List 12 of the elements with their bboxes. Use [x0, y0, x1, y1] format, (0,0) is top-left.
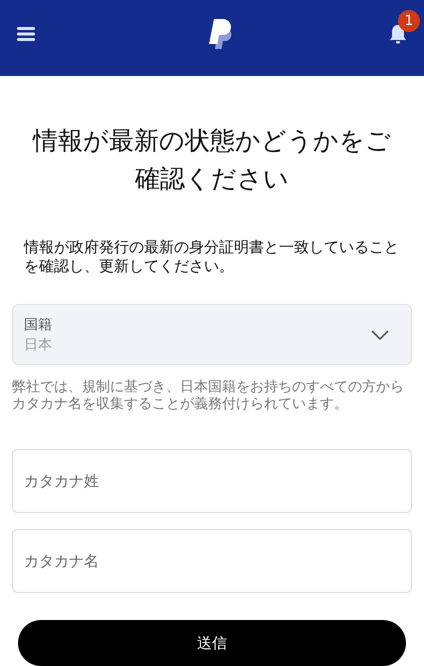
submit-button[interactable]: 送信: [18, 620, 406, 666]
input-field[interactable]: カタカナ姓: [12, 449, 412, 513]
intro-text: 情報が政府発行の最新の身分証明書と一致していることを確認し、更新してください。: [24, 238, 400, 276]
input-field[interactable]: カタカナ名: [12, 529, 412, 593]
page-title: 情報が最新の状態かどうかをご確認ください: [32, 125, 392, 195]
chevron-down-icon: [371, 330, 389, 340]
menu-icon[interactable]: [17, 27, 35, 41]
field-value: 日本: [24, 336, 52, 354]
bell-icon[interactable]: [389, 24, 407, 44]
note-text: 弊社では、規制に基づき、日本国籍をお持ちのすべての方からカタカナ名を収集することが義務付けられています。: [12, 379, 405, 413]
field-label: 国籍: [24, 316, 52, 334]
notification-badge: 1: [398, 10, 420, 32]
